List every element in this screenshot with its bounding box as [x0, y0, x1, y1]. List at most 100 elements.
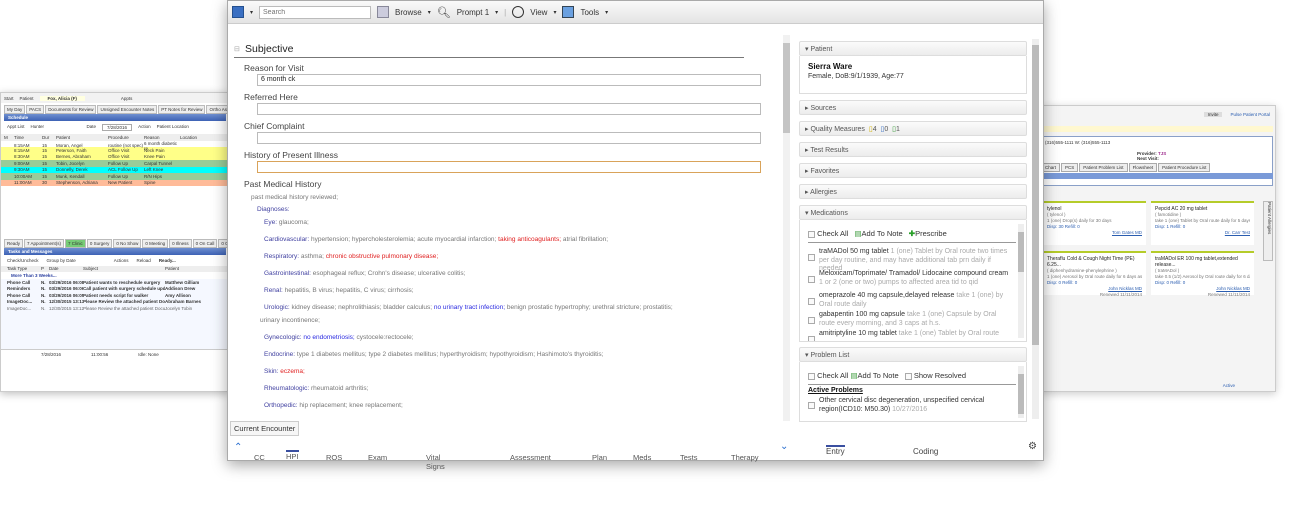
- diagnosis-item[interactable]: no endometriosis;: [303, 334, 354, 341]
- chart-tab[interactable]: Patient Problem List: [1079, 163, 1128, 172]
- card-prescriber[interactable]: Tom Gates MD: [1047, 230, 1142, 236]
- medication-name[interactable]: traMADol 50 mg tablet: [819, 248, 889, 255]
- prescribe-button[interactable]: Prescribe: [915, 229, 947, 238]
- diagnosis-category[interactable]: Orthopedic:: [264, 402, 298, 409]
- myday-tab[interactable]: PT Notes for Review: [158, 105, 206, 114]
- more-than-group[interactable]: More Than 3 Weeks...: [1, 272, 229, 279]
- task-row[interactable]: ImageDoc... N. 12/30/2015 13:12 Please Revi…: [1, 305, 229, 312]
- browse-button[interactable]: Browse: [395, 8, 422, 17]
- view-button[interactable]: View: [530, 8, 547, 17]
- tools-button[interactable]: Tools: [580, 8, 599, 17]
- diagnosis-item[interactable]: acute myocardial infarction;: [417, 236, 496, 243]
- diagnosis-item[interactable]: eczema;: [280, 368, 305, 375]
- medications-panel-header[interactable]: ▾ Medications: [799, 205, 1027, 220]
- diagnosis-item[interactable]: bladder calculus;: [383, 304, 432, 311]
- diagnosis-item[interactable]: hip replacement;: [299, 402, 347, 409]
- tab-entry[interactable]: Entry: [826, 445, 845, 456]
- appt-list-select[interactable]: Hunter: [31, 124, 81, 131]
- chart-tab[interactable]: Patient Procedure List: [1158, 163, 1211, 172]
- schedule-column-header[interactable]: M: [4, 135, 14, 140]
- tab-coding[interactable]: Coding: [913, 447, 938, 456]
- start-button[interactable]: Start: [4, 96, 14, 101]
- task-row[interactable]: Phone Call N. 03/29/2016 06:05 Patient need…: [1, 292, 229, 299]
- diagnosis-category[interactable]: Eye:: [264, 219, 277, 226]
- myday-tab[interactable]: Documents for Review: [45, 105, 97, 114]
- chart-tab[interactable]: PCS: [1061, 163, 1079, 172]
- task-column-header[interactable]: Task Type: [7, 266, 41, 271]
- diagnosis-item[interactable]: kidney disease;: [291, 304, 336, 311]
- allergies-panel[interactable]: ▸ Allergies: [799, 184, 1027, 199]
- card-prescriber[interactable]: Dr. Carr Test: [1155, 230, 1250, 236]
- task-column-header[interactable]: Patient: [165, 266, 223, 271]
- group-by-select[interactable]: Group by Date: [47, 258, 76, 263]
- diagnosis-item[interactable]: hepatitis, C virus;: [336, 287, 386, 294]
- task-column-header[interactable]: P: [41, 266, 49, 271]
- action-button[interactable]: Action: [138, 124, 151, 131]
- task-row[interactable]: ImageDoc... N. 12/30/2015 13:13 Please Revi…: [1, 299, 229, 306]
- chart-tab[interactable]: Flowsheet: [1128, 163, 1158, 172]
- medication-checkbox[interactable]: [808, 298, 815, 305]
- status-tab[interactable]: 0 Illness: [169, 238, 192, 248]
- medication-name[interactable]: Meloxicam/Toprimate/ Tramadol/ Lidocaine…: [819, 270, 1008, 277]
- nav-tab-vital-signs[interactable]: Vital Signs: [426, 453, 445, 471]
- diagnosis-item[interactable]: chronic obstructive pulmonary disease;: [326, 253, 438, 260]
- diagnosis-item[interactable]: hypothyroidism;: [489, 351, 535, 358]
- referred-input[interactable]: [257, 103, 761, 115]
- diagnosis-item[interactable]: type 2 diabetes mellitus;: [368, 351, 438, 358]
- nav-tab-ros[interactable]: ROS: [326, 453, 342, 462]
- diagnosis-category[interactable]: Skin:: [264, 368, 278, 375]
- diagnosis-category[interactable]: Rheumatologic:: [264, 385, 309, 392]
- nav-tab-tests[interactable]: Tests: [680, 453, 698, 462]
- medication-checkbox[interactable]: [808, 336, 815, 341]
- diagnosis-item[interactable]: asthma;: [301, 253, 324, 260]
- current-encounter-tab[interactable]: Current Encounter: [230, 421, 300, 436]
- myday-tab[interactable]: My Day: [4, 105, 26, 114]
- scroll-up-icon[interactable]: ⌃: [234, 442, 242, 453]
- diagnosis-item[interactable]: no urinary tract infection;: [434, 304, 505, 311]
- collapse-icon[interactable]: ⊟: [234, 45, 240, 53]
- favorites-panel[interactable]: ▸ Favorites: [799, 163, 1027, 178]
- diagnosis-item[interactable]: ulcerative colitis;: [418, 270, 466, 277]
- diagnosis-item[interactable]: knee replacement;: [349, 402, 402, 409]
- diagnosis-item[interactable]: hypertension;: [311, 236, 350, 243]
- medication-checkbox[interactable]: [808, 317, 815, 324]
- schedule-column-header[interactable]: Time: [14, 135, 42, 140]
- nav-tab-cc[interactable]: CC: [254, 453, 265, 462]
- medication-name[interactable]: amitriptyline 10 mg tablet: [819, 330, 897, 337]
- task-row[interactable]: Phone Call N. 03/29/2016 06:08 Patient want…: [1, 279, 229, 286]
- diagnosis-item[interactable]: urinary incontinence;: [260, 317, 320, 324]
- medication-name[interactable]: omeprazole 40 mg capsule,delayed release: [819, 292, 954, 299]
- diagnosis-item[interactable]: glaucoma;: [279, 219, 309, 226]
- patient-allergies-tab[interactable]: Patient Allergies: [1263, 201, 1273, 261]
- status-tab[interactable]: Ready: [4, 238, 24, 248]
- medication-card[interactable]: Theraflu Cold & Cough Night Time (PE) 6.…: [1043, 251, 1146, 297]
- schedule-column-header[interactable]: Procedure: [108, 135, 144, 140]
- diagnoses-label[interactable]: Diagnoses:: [257, 206, 290, 213]
- nav-tab-hpi[interactable]: HPI: [286, 450, 299, 461]
- chief-complaint-input[interactable]: [257, 132, 761, 144]
- nav-tab-therapy[interactable]: Therapy: [731, 453, 759, 462]
- diagnosis-item[interactable]: atrial fibrillation;: [563, 236, 608, 243]
- diagnosis-item[interactable]: cystocele:rectocele;: [357, 334, 414, 341]
- portal-link[interactable]: Pulse Patient Portal: [1230, 112, 1270, 117]
- check-all-checkbox[interactable]: [808, 230, 815, 238]
- settings-gear-icon[interactable]: ⚙: [1028, 441, 1037, 452]
- diagnosis-item[interactable]: rheumatoid arthritis;: [311, 385, 368, 392]
- problem-list-header[interactable]: ▾ Problem List: [799, 347, 1027, 362]
- schedule-column-header[interactable]: Dur: [42, 135, 56, 140]
- prompt-button[interactable]: Prompt 1: [457, 8, 489, 17]
- task-column-header[interactable]: Date: [49, 266, 83, 271]
- diagnosis-item[interactable]: type 1 diabetes mellitus;: [297, 351, 367, 358]
- status-tab[interactable]: 0 On Call: [192, 238, 218, 248]
- diagnosis-item[interactable]: hyperthyroidism;: [440, 351, 488, 358]
- problem-add-to-note-button[interactable]: Add To Note: [858, 371, 899, 380]
- diagnosis-item[interactable]: benign prostatic hypertrophy;: [507, 304, 591, 311]
- task-row[interactable]: Reminders N. 03/29/2016 06:06 Call patient …: [1, 286, 229, 293]
- patient-panel-header[interactable]: ▾ Patient: [799, 41, 1027, 56]
- status-tab[interactable]: 0 Surgery: [86, 238, 113, 248]
- status-tab[interactable]: 0 Meeting: [142, 238, 169, 248]
- diagnosis-item[interactable]: nephrolithiasis;: [338, 304, 381, 311]
- note-scrollbar[interactable]: [783, 35, 790, 421]
- myday-tab[interactable]: Unsigned Encounter Notes: [97, 105, 158, 114]
- patient-location-button[interactable]: Patient Location: [157, 124, 189, 131]
